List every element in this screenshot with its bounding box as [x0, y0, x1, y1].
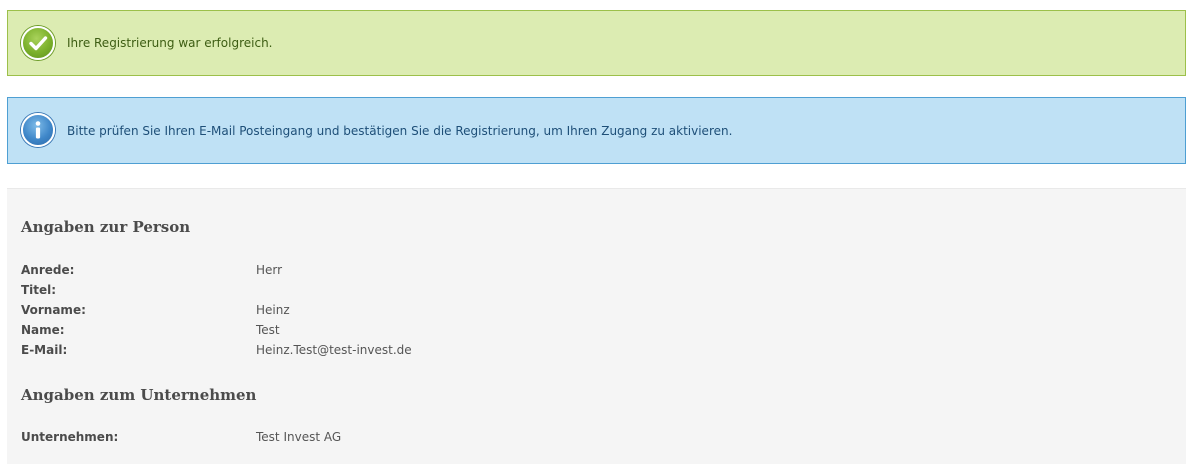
info-message: Bitte prüfen Sie Ihren E-Mail Posteingan… — [67, 124, 733, 138]
field-label: Name: — [21, 323, 65, 337]
checkmark-circle-icon — [21, 26, 55, 60]
field-label: Anrede: — [21, 263, 75, 277]
field-value: Heinz — [256, 303, 290, 317]
info-circle-icon — [21, 113, 55, 147]
field-value: Heinz.Test@test-invest.de — [256, 343, 412, 357]
info-alert: Bitte prüfen Sie Ihren E-Mail Posteingan… — [7, 97, 1186, 164]
field-value: Test — [256, 323, 280, 337]
registration-details-panel: Angaben zur Person Anrede: Herr Titel: V… — [7, 188, 1186, 464]
field-label: E-Mail: — [21, 343, 68, 357]
registration-confirmation-page: Ihre Registrierung war erfolgreich. Bitt… — [0, 0, 1188, 464]
success-message: Ihre Registrierung war erfolgreich. — [67, 36, 273, 50]
section-title-person: Angaben zur Person — [21, 218, 191, 236]
field-value: Herr — [256, 263, 283, 277]
field-value: Test Invest AG — [256, 430, 342, 444]
section-title-company: Angaben zum Unternehmen — [21, 386, 257, 404]
success-alert: Ihre Registrierung war erfolgreich. — [7, 10, 1186, 76]
field-label: Unternehmen: — [21, 430, 119, 444]
field-label: Vorname: — [21, 303, 86, 317]
field-label: Titel: — [21, 283, 57, 297]
